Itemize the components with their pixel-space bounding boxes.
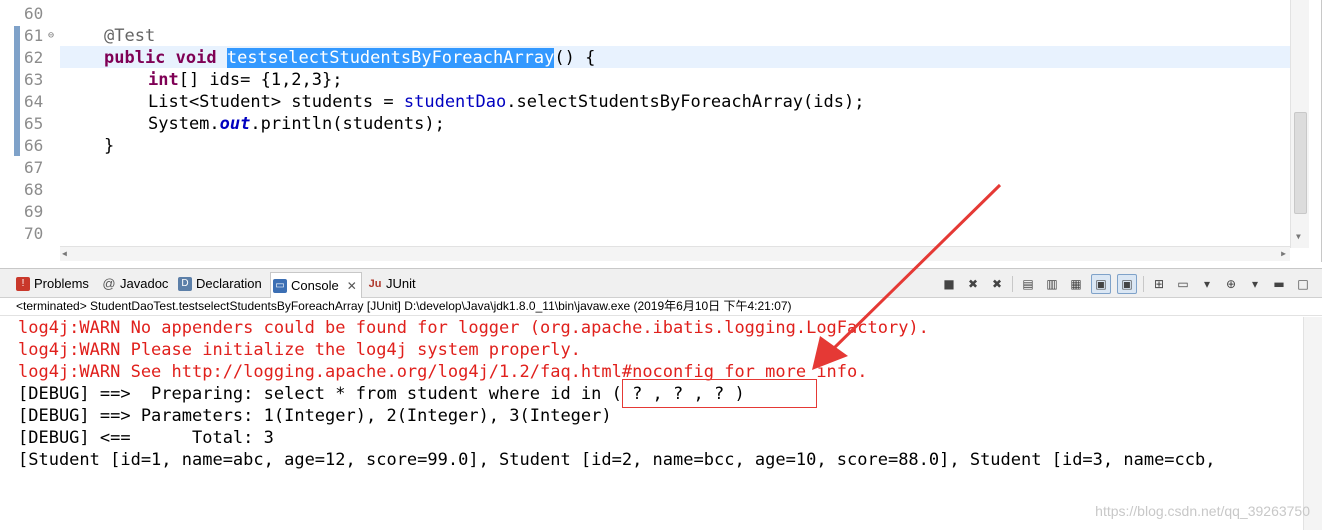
watermark: https://blog.csdn.net/qq_39263750 bbox=[1095, 503, 1310, 519]
annotation-arrow bbox=[812, 183, 1002, 370]
